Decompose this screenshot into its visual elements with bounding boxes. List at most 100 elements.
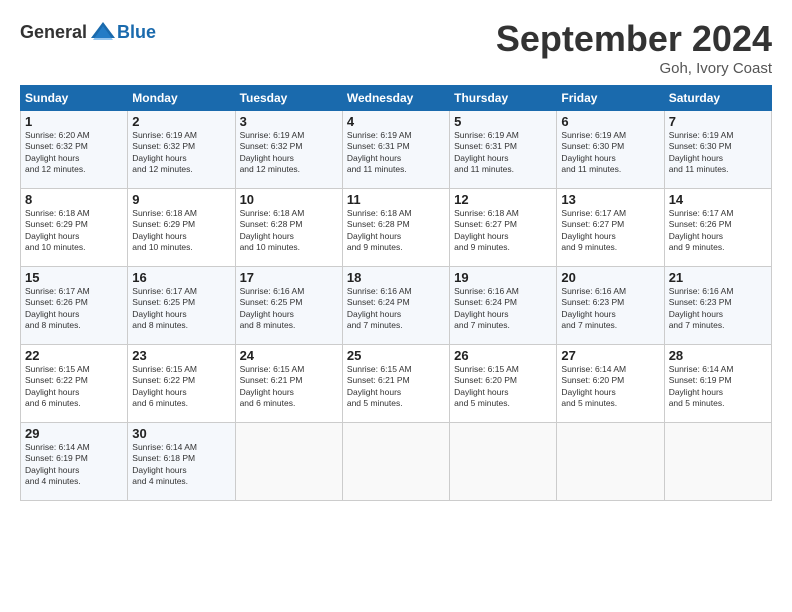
logo-icon: [89, 18, 117, 46]
day-number: 6: [561, 114, 659, 129]
table-row: 30 Sunrise: 6:14 AMSunset: 6:18 PMDaylig…: [128, 423, 235, 501]
table-row: 16 Sunrise: 6:17 AMSunset: 6:25 PMDaylig…: [128, 267, 235, 345]
table-row: 5 Sunrise: 6:19 AMSunset: 6:31 PMDayligh…: [450, 111, 557, 189]
logo-blue: Blue: [117, 22, 156, 43]
col-monday: Monday: [128, 86, 235, 111]
title-block: September 2024 Goh, Ivory Coast: [496, 18, 772, 77]
cell-info: Sunrise: 6:18 AMSunset: 6:27 PMDaylight …: [454, 208, 519, 252]
day-number: 27: [561, 348, 659, 363]
cell-info: Sunrise: 6:15 AMSunset: 6:22 PMDaylight …: [25, 364, 90, 408]
table-row: 28 Sunrise: 6:14 AMSunset: 6:19 PMDaylig…: [664, 345, 771, 423]
table-row: 14 Sunrise: 6:17 AMSunset: 6:26 PMDaylig…: [664, 189, 771, 267]
cell-info: Sunrise: 6:17 AMSunset: 6:26 PMDaylight …: [25, 286, 90, 330]
day-number: 24: [240, 348, 338, 363]
table-row: 26 Sunrise: 6:15 AMSunset: 6:20 PMDaylig…: [450, 345, 557, 423]
cell-info: Sunrise: 6:19 AMSunset: 6:30 PMDaylight …: [561, 130, 626, 174]
day-number: 1: [25, 114, 123, 129]
cell-info: Sunrise: 6:16 AMSunset: 6:24 PMDaylight …: [454, 286, 519, 330]
table-row: 1 Sunrise: 6:20 AMSunset: 6:32 PMDayligh…: [21, 111, 128, 189]
col-saturday: Saturday: [664, 86, 771, 111]
cell-info: Sunrise: 6:14 AMSunset: 6:19 PMDaylight …: [25, 442, 90, 486]
day-number: 15: [25, 270, 123, 285]
cell-info: Sunrise: 6:19 AMSunset: 6:32 PMDaylight …: [132, 130, 197, 174]
col-sunday: Sunday: [21, 86, 128, 111]
table-row: 4 Sunrise: 6:19 AMSunset: 6:31 PMDayligh…: [342, 111, 449, 189]
day-number: 18: [347, 270, 445, 285]
table-row: 11 Sunrise: 6:18 AMSunset: 6:28 PMDaylig…: [342, 189, 449, 267]
table-row: 2 Sunrise: 6:19 AMSunset: 6:32 PMDayligh…: [128, 111, 235, 189]
cell-info: Sunrise: 6:14 AMSunset: 6:20 PMDaylight …: [561, 364, 626, 408]
cell-info: Sunrise: 6:18 AMSunset: 6:29 PMDaylight …: [132, 208, 197, 252]
table-row: [664, 423, 771, 501]
day-number: 12: [454, 192, 552, 207]
cell-info: Sunrise: 6:15 AMSunset: 6:22 PMDaylight …: [132, 364, 197, 408]
cell-info: Sunrise: 6:20 AMSunset: 6:32 PMDaylight …: [25, 130, 90, 174]
table-row: 27 Sunrise: 6:14 AMSunset: 6:20 PMDaylig…: [557, 345, 664, 423]
calendar-header: Sunday Monday Tuesday Wednesday Thursday…: [21, 86, 772, 111]
table-row: 7 Sunrise: 6:19 AMSunset: 6:30 PMDayligh…: [664, 111, 771, 189]
table-row: 17 Sunrise: 6:16 AMSunset: 6:25 PMDaylig…: [235, 267, 342, 345]
day-number: 3: [240, 114, 338, 129]
cell-info: Sunrise: 6:18 AMSunset: 6:28 PMDaylight …: [347, 208, 412, 252]
cell-info: Sunrise: 6:15 AMSunset: 6:21 PMDaylight …: [240, 364, 305, 408]
table-row: 19 Sunrise: 6:16 AMSunset: 6:24 PMDaylig…: [450, 267, 557, 345]
table-row: 25 Sunrise: 6:15 AMSunset: 6:21 PMDaylig…: [342, 345, 449, 423]
cell-info: Sunrise: 6:18 AMSunset: 6:29 PMDaylight …: [25, 208, 90, 252]
cell-info: Sunrise: 6:16 AMSunset: 6:23 PMDaylight …: [561, 286, 626, 330]
day-number: 25: [347, 348, 445, 363]
col-tuesday: Tuesday: [235, 86, 342, 111]
table-row: [557, 423, 664, 501]
day-number: 16: [132, 270, 230, 285]
day-number: 5: [454, 114, 552, 129]
day-number: 4: [347, 114, 445, 129]
table-row: 13 Sunrise: 6:17 AMSunset: 6:27 PMDaylig…: [557, 189, 664, 267]
cell-info: Sunrise: 6:14 AMSunset: 6:19 PMDaylight …: [669, 364, 734, 408]
table-row: 6 Sunrise: 6:19 AMSunset: 6:30 PMDayligh…: [557, 111, 664, 189]
table-row: [342, 423, 449, 501]
table-row: 21 Sunrise: 6:16 AMSunset: 6:23 PMDaylig…: [664, 267, 771, 345]
day-number: 9: [132, 192, 230, 207]
table-row: 10 Sunrise: 6:18 AMSunset: 6:28 PMDaylig…: [235, 189, 342, 267]
day-number: 29: [25, 426, 123, 441]
day-number: 30: [132, 426, 230, 441]
cell-info: Sunrise: 6:17 AMSunset: 6:25 PMDaylight …: [132, 286, 197, 330]
cell-info: Sunrise: 6:19 AMSunset: 6:32 PMDaylight …: [240, 130, 305, 174]
location: Goh, Ivory Coast: [496, 60, 772, 77]
table-row: 24 Sunrise: 6:15 AMSunset: 6:21 PMDaylig…: [235, 345, 342, 423]
cell-info: Sunrise: 6:19 AMSunset: 6:31 PMDaylight …: [347, 130, 412, 174]
cell-info: Sunrise: 6:19 AMSunset: 6:31 PMDaylight …: [454, 130, 519, 174]
table-row: 8 Sunrise: 6:18 AMSunset: 6:29 PMDayligh…: [21, 189, 128, 267]
table-row: 20 Sunrise: 6:16 AMSunset: 6:23 PMDaylig…: [557, 267, 664, 345]
table-row: 3 Sunrise: 6:19 AMSunset: 6:32 PMDayligh…: [235, 111, 342, 189]
day-number: 21: [669, 270, 767, 285]
day-number: 11: [347, 192, 445, 207]
day-number: 14: [669, 192, 767, 207]
logo-general: General: [20, 22, 87, 43]
header: General Blue September 2024 Goh, Ivory C…: [20, 18, 772, 77]
day-number: 7: [669, 114, 767, 129]
page: General Blue September 2024 Goh, Ivory C…: [0, 0, 792, 511]
day-number: 23: [132, 348, 230, 363]
cell-info: Sunrise: 6:16 AMSunset: 6:24 PMDaylight …: [347, 286, 412, 330]
cell-info: Sunrise: 6:16 AMSunset: 6:23 PMDaylight …: [669, 286, 734, 330]
day-number: 8: [25, 192, 123, 207]
day-number: 22: [25, 348, 123, 363]
day-number: 13: [561, 192, 659, 207]
col-wednesday: Wednesday: [342, 86, 449, 111]
day-number: 10: [240, 192, 338, 207]
cell-info: Sunrise: 6:18 AMSunset: 6:28 PMDaylight …: [240, 208, 305, 252]
cell-info: Sunrise: 6:17 AMSunset: 6:27 PMDaylight …: [561, 208, 626, 252]
cell-info: Sunrise: 6:15 AMSunset: 6:20 PMDaylight …: [454, 364, 519, 408]
table-row: [235, 423, 342, 501]
table-row: 12 Sunrise: 6:18 AMSunset: 6:27 PMDaylig…: [450, 189, 557, 267]
day-number: 28: [669, 348, 767, 363]
day-number: 19: [454, 270, 552, 285]
table-row: 9 Sunrise: 6:18 AMSunset: 6:29 PMDayligh…: [128, 189, 235, 267]
cell-info: Sunrise: 6:14 AMSunset: 6:18 PMDaylight …: [132, 442, 197, 486]
table-row: 18 Sunrise: 6:16 AMSunset: 6:24 PMDaylig…: [342, 267, 449, 345]
table-row: 22 Sunrise: 6:15 AMSunset: 6:22 PMDaylig…: [21, 345, 128, 423]
day-number: 2: [132, 114, 230, 129]
month-title: September 2024: [496, 18, 772, 60]
calendar-table: Sunday Monday Tuesday Wednesday Thursday…: [20, 85, 772, 501]
day-number: 17: [240, 270, 338, 285]
